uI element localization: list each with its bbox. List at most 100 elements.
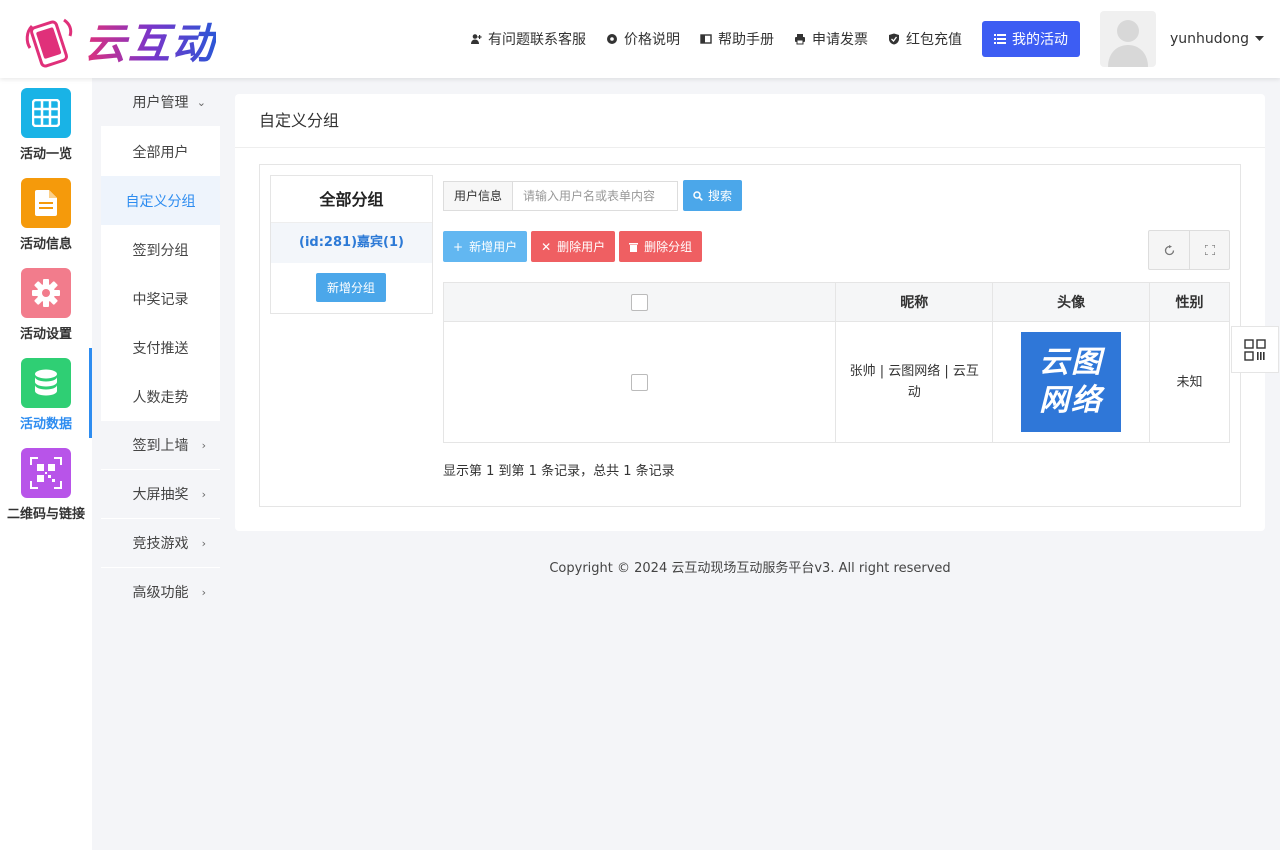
users-table: 昵称 头像 性别 张帅 | 云图网络 | 云互动 云图 网络 未知: [442, 282, 1230, 443]
submenu-group-label: 签到上墙: [132, 438, 189, 454]
group-item[interactable]: (id:281)嘉宾(1): [271, 223, 432, 263]
user-avatar-image: 云图 网络: [1021, 332, 1122, 432]
invoice-link[interactable]: 申请发票: [794, 29, 868, 49]
avatar-text-line: 网络: [1039, 383, 1104, 418]
column-header-gender[interactable]: 性别: [1149, 282, 1230, 322]
sidebar-item-qrcode[interactable]: 二维码与链接: [0, 438, 92, 528]
add-group-button[interactable]: 新增分组: [316, 273, 386, 302]
help-manual-label: 帮助手册: [718, 32, 774, 48]
chevron-right-icon: ›: [201, 585, 206, 599]
printer-icon: [795, 34, 805, 45]
submenu-item-label: 人数走势: [132, 389, 189, 406]
recharge-label: 红包充值: [906, 32, 962, 48]
action-toolbar: + 新增用户 ✕ 删除用户 删除分组: [443, 231, 703, 262]
sidebar-item-activity-data[interactable]: 活动数据: [0, 348, 92, 438]
sidebar-item-activity-settings[interactable]: 活动设置: [0, 258, 92, 348]
qrcode-icon: [21, 448, 71, 498]
pagination-summary: 显示第 1 到第 1 条记录，总共 1 条记录: [443, 464, 675, 479]
submenu-group-label: 大屏抽奖: [132, 487, 189, 503]
submenu-group-label: 用户管理: [132, 95, 189, 111]
submenu-item-prize-records[interactable]: 中奖记录: [101, 274, 220, 323]
add-user-label: 新增用户: [469, 240, 518, 254]
select-all-header: [442, 282, 837, 322]
submenu-item-label: 支付推送: [132, 340, 189, 357]
column-header-nickname[interactable]: 昵称: [835, 282, 994, 322]
trash-icon: [629, 242, 639, 252]
user-menu[interactable]: yunhudong: [1170, 31, 1264, 47]
chevron-down-icon: ⌄: [196, 95, 206, 109]
my-activity-label: 我的活动: [1012, 32, 1068, 48]
search-input[interactable]: [512, 180, 679, 211]
submenu-group-lottery[interactable]: 大屏抽奖 ›: [101, 470, 220, 519]
contact-support-link[interactable]: 有问题联系客服: [470, 29, 586, 49]
caret-down-icon: [1255, 36, 1264, 41]
submenu-item-custom-groups[interactable]: 自定义分组: [101, 176, 220, 225]
content-panel: 全部分组 (id:281)嘉宾(1) 新增分组 用户信息 搜索 + 新增用户 ✕…: [259, 164, 1241, 507]
submenu-item-signin-groups[interactable]: 签到分组: [101, 225, 220, 274]
sidebar-item-activity-info[interactable]: 活动信息: [0, 168, 92, 258]
table-row[interactable]: 张帅 | 云图网络 | 云互动 云图 网络 未知: [442, 321, 1230, 443]
fullscreen-button[interactable]: [1189, 231, 1229, 269]
plus-icon: +: [453, 239, 464, 254]
sidebar-item-activity-list[interactable]: 活动一览: [0, 78, 92, 168]
sidebar-item-label: 二维码与链接: [6, 507, 85, 522]
submenu-item-all-users[interactable]: 全部用户: [101, 127, 220, 176]
submenu-item-label: 签到分组: [132, 242, 189, 259]
submenu-item-payment-push[interactable]: 支付推送: [101, 323, 220, 372]
select-all-checkbox[interactable]: [631, 293, 649, 311]
submenu-group-advanced[interactable]: 高级功能 ›: [101, 568, 220, 617]
chevron-right-icon: ›: [201, 438, 206, 452]
phone-logo-icon: [20, 12, 78, 70]
chevron-right-icon: ›: [201, 487, 206, 501]
delete-group-button[interactable]: 删除分组: [619, 231, 703, 262]
sidebar-item-label: 活动一览: [19, 147, 72, 162]
contact-support-label: 有问题联系客服: [488, 32, 586, 48]
qrcode-icon: [1244, 338, 1266, 361]
add-user-button[interactable]: + 新增用户: [443, 231, 528, 262]
brand-logo[interactable]: 云互动: [20, 10, 216, 71]
floating-qrcode-button[interactable]: [1231, 326, 1279, 373]
recharge-link[interactable]: 红包充值: [888, 29, 962, 49]
user-plus-icon: [471, 34, 482, 44]
sidebar-filler: [101, 616, 220, 850]
delete-user-label: 删除用户: [557, 240, 606, 254]
avatar[interactable]: [1100, 11, 1156, 67]
database-icon: [21, 358, 71, 408]
pricing-link[interactable]: 价格说明: [606, 29, 680, 49]
submenu-group-user-management[interactable]: 用户管理 ⌄: [101, 78, 220, 127]
row-checkbox[interactable]: [631, 373, 649, 391]
list-icon: [994, 34, 1006, 44]
delete-user-button[interactable]: ✕ 删除用户: [531, 231, 616, 262]
invoice-label: 申请发票: [812, 32, 868, 48]
search-bar: 用户信息 搜索: [443, 180, 743, 211]
table-tools: [1148, 230, 1230, 270]
search-button[interactable]: 搜索: [683, 180, 743, 211]
group-list-header[interactable]: 全部分组: [271, 176, 432, 223]
pricing-label: 价格说明: [624, 32, 680, 48]
username: yunhudong: [1170, 31, 1249, 47]
refresh-button[interactable]: [1149, 231, 1189, 269]
top-bar: 云互动 有问题联系客服 价格说明 帮助手册 申请发票 红包充值 我的活动 yun…: [0, 0, 1280, 78]
table-header-row: 昵称 头像 性别: [442, 282, 1230, 322]
my-activity-button[interactable]: 我的活动: [982, 21, 1080, 57]
help-manual-link[interactable]: 帮助手册: [700, 29, 774, 49]
sidebar-item-label: 活动数据: [19, 417, 72, 432]
gear-icon: [21, 268, 71, 318]
submenu-group-signin-wall[interactable]: 签到上墙 ›: [101, 421, 220, 470]
brand-name: 云互动: [84, 10, 216, 71]
search-icon: [693, 190, 703, 201]
grid-icon: [21, 88, 71, 138]
column-header-avatar[interactable]: 头像: [992, 282, 1151, 322]
delete-group-label: 删除分组: [644, 240, 693, 254]
search-button-label: 搜索: [708, 189, 733, 203]
submenu-group-games[interactable]: 竞技游戏 ›: [101, 519, 220, 568]
document-icon: [21, 178, 71, 228]
chevron-right-icon: ›: [201, 536, 206, 550]
submenu-item-visitor-trend[interactable]: 人数走势: [101, 372, 220, 421]
sidebar-item-label: 活动信息: [19, 237, 72, 252]
avatar-text-line: 云图: [1039, 345, 1104, 380]
footer-copyright: Copyright © 2024 云互动现场互动服务平台v3. All righ…: [549, 561, 951, 576]
secondary-sidebar: 用户管理 ⌄ 全部用户 自定义分组 签到分组 中奖记录 支付推送 人数走势 签到…: [101, 78, 220, 850]
nickname-cell: 张帅 | 云图网络 | 云互动: [835, 321, 994, 443]
fullscreen-icon: [1204, 245, 1215, 255]
